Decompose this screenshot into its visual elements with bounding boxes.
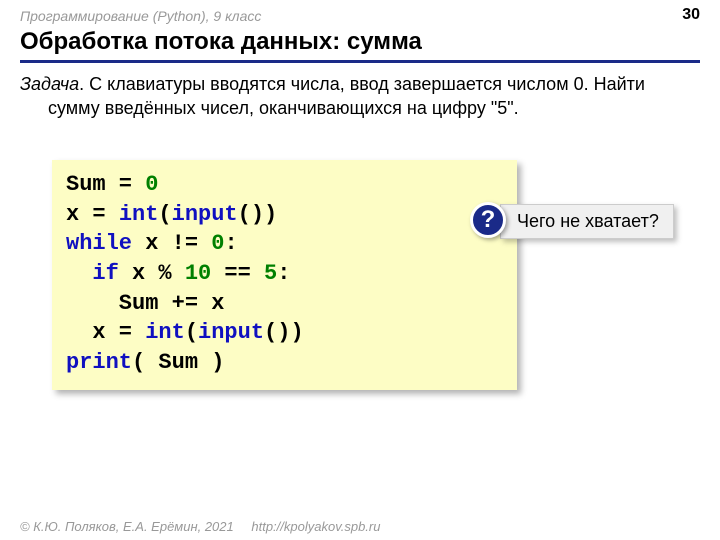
code-token: :	[277, 261, 290, 286]
code-keyword: if	[92, 261, 118, 286]
code-token: :	[224, 231, 237, 256]
code-token: ())	[238, 202, 278, 227]
code-token: ( Sum )	[132, 350, 224, 375]
slide-title: Обработка потока данных: сумма	[20, 28, 700, 63]
code-token: (	[185, 320, 198, 345]
question-callout: Чего не хватает?	[500, 204, 674, 239]
code-number: 10	[185, 261, 211, 286]
code-token: (	[158, 202, 171, 227]
code-number: 5	[264, 261, 277, 286]
code-number: 0	[211, 231, 224, 256]
footer: © К.Ю. Поляков, Е.А. Ерёмин, 2021 http:/…	[20, 519, 380, 534]
code-token: x %	[119, 261, 185, 286]
code-builtin: int	[145, 320, 185, 345]
code-token: ())	[264, 320, 304, 345]
code-token: x =	[66, 202, 119, 227]
code-token: x !=	[132, 231, 211, 256]
code-indent	[66, 261, 92, 286]
footer-link: http://kpolyakov.spb.ru	[251, 519, 380, 534]
page-number: 30	[682, 6, 700, 24]
task-label: Задача	[20, 74, 79, 94]
code-token: x =	[66, 320, 145, 345]
course-subtitle: Программирование (Python), 9 класс	[20, 8, 261, 24]
code-token: Sum =	[66, 172, 145, 197]
code-token: ==	[211, 261, 264, 286]
code-block: Sum = 0 x = int(input()) while x != 0: i…	[52, 160, 517, 390]
code-number: 0	[145, 172, 158, 197]
task-text: . С клавиатуры вводятся числа, ввод заве…	[48, 74, 645, 118]
code-keyword: while	[66, 231, 132, 256]
question-mark-icon: ?	[470, 202, 506, 238]
footer-copyright: © К.Ю. Поляков, Е.А. Ерёмин, 2021	[20, 519, 234, 534]
code-builtin: input	[172, 202, 238, 227]
code-keyword: print	[66, 350, 132, 375]
code-builtin: input	[198, 320, 264, 345]
code-builtin: int	[119, 202, 159, 227]
code-line: Sum += x	[66, 291, 224, 316]
task-block: Задача. С клавиатуры вводятся числа, вво…	[20, 72, 700, 121]
